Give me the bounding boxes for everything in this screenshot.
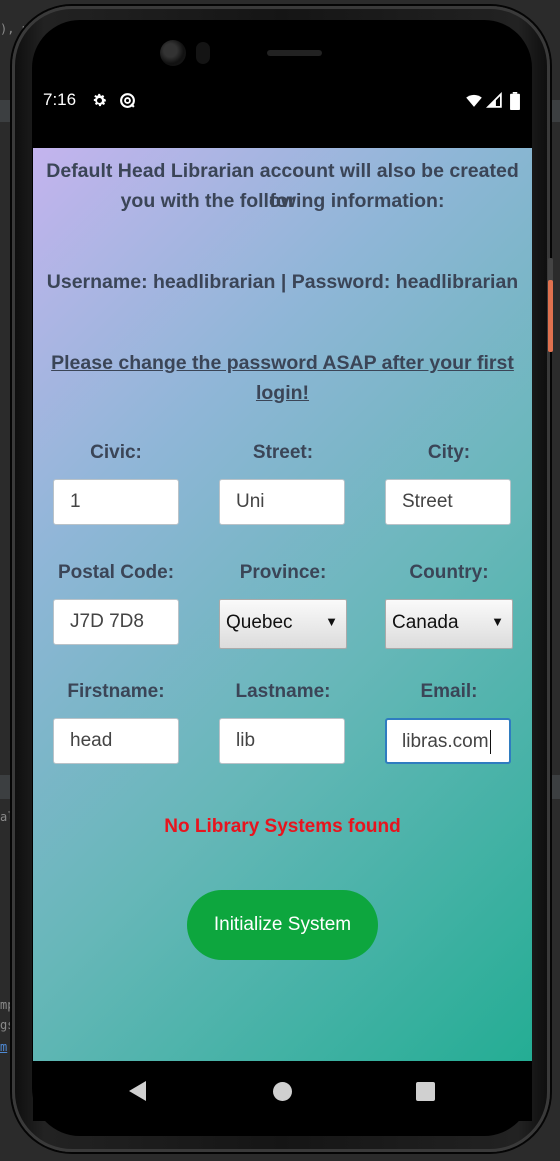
country-select[interactable]: Canada ▼ <box>385 599 513 649</box>
at-sign-icon <box>119 92 136 109</box>
signal-icon <box>485 91 503 109</box>
text-caret <box>489 730 492 754</box>
earpiece-speaker <box>267 50 322 56</box>
navigation-bar <box>33 1061 532 1121</box>
gear-icon <box>91 92 108 109</box>
civic-input[interactable]: 1 <box>53 479 179 525</box>
password-warning-line-1: Please change the password ASAP after yo… <box>51 352 514 374</box>
initialize-system-button[interactable]: Initialize System <box>187 890 378 960</box>
province-select[interactable]: Quebec ▼ <box>219 599 347 649</box>
lastname-input[interactable]: lib <box>219 718 345 764</box>
postal-code-input[interactable]: J7D 7D8 <box>53 599 179 645</box>
city-label: City: <box>427 442 471 463</box>
recent-apps-icon[interactable] <box>416 1082 435 1101</box>
dropdown-arrow-icon: ▼ <box>491 614 504 629</box>
firstname-input[interactable]: head <box>53 718 179 764</box>
sensor <box>196 42 210 64</box>
front-camera <box>160 40 186 66</box>
default-credentials: Username: headlibrarian | Password: head… <box>46 271 519 293</box>
country-label: Country: <box>409 562 489 583</box>
province-label: Province: <box>239 562 327 583</box>
error-message: No Library Systems found <box>164 816 401 837</box>
notice-line-2: you with the following information: <box>120 190 445 212</box>
back-icon[interactable] <box>129 1081 146 1101</box>
password-warning-line-2: login! <box>255 382 310 404</box>
email-input-value: libras.com <box>402 731 489 753</box>
province-selected-value: Quebec <box>226 612 293 633</box>
civic-label: Civic: <box>90 442 142 463</box>
firstname-label: Firstname: <box>67 681 165 702</box>
street-input[interactable]: Uni <box>219 479 345 525</box>
city-input[interactable]: Street <box>385 479 511 525</box>
volume-button[interactable] <box>548 280 553 352</box>
email-input[interactable]: libras.com <box>385 718 511 764</box>
street-label: Street: <box>252 442 314 463</box>
battery-icon <box>509 92 521 110</box>
wifi-icon <box>465 92 482 109</box>
postal-code-label: Postal Code: <box>57 562 175 583</box>
email-label: Email: <box>420 681 478 702</box>
app-screen: Default Head Librarian account will also… <box>33 120 532 1061</box>
status-bar: 7:16 <box>33 80 532 120</box>
lastname-label: Lastname: <box>235 681 331 702</box>
dropdown-arrow-icon: ▼ <box>325 614 338 629</box>
status-time: 7:16 <box>43 90 77 109</box>
setup-page: Default Head Librarian account will also… <box>33 148 532 1061</box>
home-icon[interactable] <box>273 1082 292 1101</box>
ide-log-link[interactable]: m <box>0 1040 7 1054</box>
country-selected-value: Canada <box>392 612 459 633</box>
